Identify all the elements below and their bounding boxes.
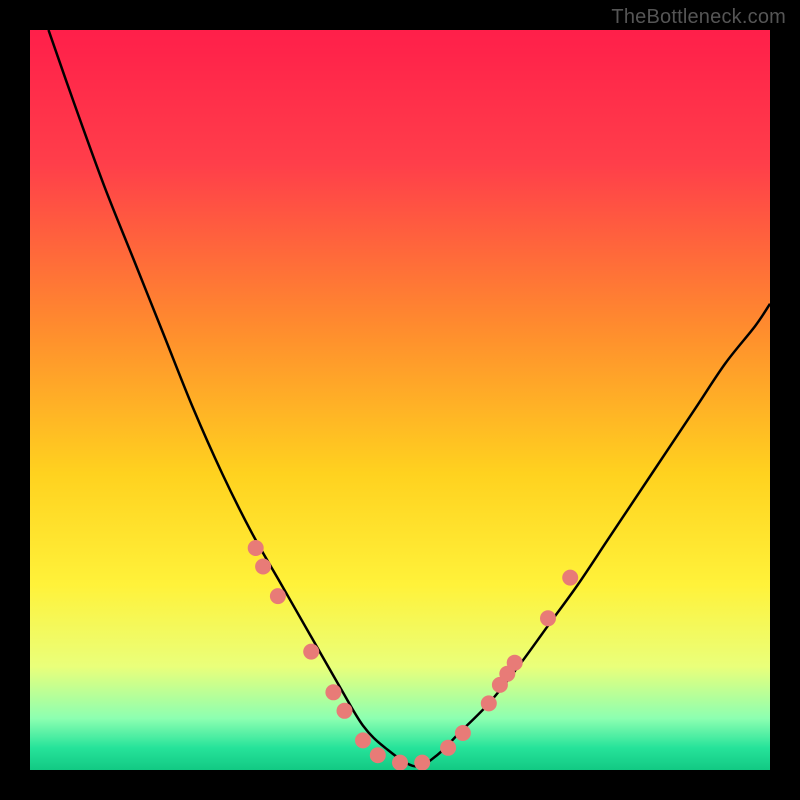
data-marker — [414, 755, 430, 770]
data-marker — [303, 644, 319, 660]
data-marker — [248, 540, 264, 556]
data-marker — [562, 570, 578, 586]
gradient-background — [30, 30, 770, 770]
data-marker — [255, 559, 271, 575]
data-marker — [370, 747, 386, 763]
data-marker — [325, 684, 341, 700]
data-marker — [392, 755, 408, 770]
data-marker — [455, 725, 471, 741]
data-marker — [440, 740, 456, 756]
data-marker — [481, 695, 497, 711]
watermark-text: TheBottleneck.com — [611, 6, 786, 29]
data-marker — [337, 703, 353, 719]
plot-area — [30, 30, 770, 770]
plot-svg — [30, 30, 770, 770]
chart-frame: TheBottleneck.com — [0, 0, 800, 800]
data-marker — [355, 732, 371, 748]
data-marker — [270, 588, 286, 604]
data-marker — [540, 610, 556, 626]
data-marker — [507, 655, 523, 671]
